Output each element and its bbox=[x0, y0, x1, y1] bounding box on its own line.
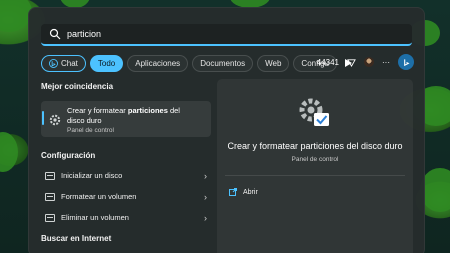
control-panel-icon bbox=[299, 98, 329, 126]
tab-label: Documentos bbox=[200, 58, 246, 68]
tab-web[interactable]: Web bbox=[257, 54, 290, 72]
config-item-formatear[interactable]: Formatear un volumen › bbox=[41, 186, 211, 207]
chevron-right-icon: › bbox=[204, 191, 207, 202]
tab-label: Web bbox=[265, 58, 282, 68]
bing-icon bbox=[403, 58, 410, 66]
tab-documentos[interactable]: Documentos bbox=[192, 54, 254, 72]
tab-chat[interactable]: Chat bbox=[41, 54, 86, 72]
tab-aplicaciones[interactable]: Aplicaciones bbox=[127, 54, 189, 72]
best-match-title: Crear y formatear particiones del disco … bbox=[67, 106, 187, 126]
filter-tabs: Chat Todo Aplicaciones Documentos Web Co… bbox=[41, 53, 356, 73]
best-match-title-prefix: Crear y formatear bbox=[67, 106, 128, 115]
tab-todo[interactable]: Todo bbox=[89, 54, 124, 72]
config-item-label: Eliminar un volumen bbox=[61, 213, 129, 222]
toolbar-right: 44341 ··· bbox=[317, 54, 414, 70]
open-label: Abrir bbox=[243, 188, 258, 196]
results-list: Mejor coincidencia Crear y formatear par… bbox=[41, 82, 211, 248]
tab-label: Aplicaciones bbox=[135, 58, 181, 68]
bing-icon bbox=[49, 58, 58, 68]
open-external-icon bbox=[229, 188, 237, 196]
search-box[interactable] bbox=[41, 24, 412, 46]
divider bbox=[225, 175, 405, 176]
more-options-button[interactable]: ··· bbox=[382, 58, 390, 67]
config-item-label: Inicializar un disco bbox=[61, 171, 123, 180]
start-search-panel: Chat Todo Aplicaciones Documentos Web Co… bbox=[28, 7, 425, 253]
disk-icon bbox=[45, 192, 55, 201]
bing-chat-button[interactable] bbox=[398, 54, 414, 70]
best-match-subtitle: Panel de control bbox=[67, 127, 114, 134]
open-button[interactable]: Abrir bbox=[229, 188, 258, 196]
best-match-title-bold: particiones bbox=[127, 106, 168, 115]
search-input[interactable] bbox=[67, 29, 367, 39]
detail-pane: Crear y formatear particiones del disco … bbox=[217, 79, 413, 253]
config-item-eliminar[interactable]: Eliminar un volumen › bbox=[41, 207, 211, 228]
best-match-heading: Mejor coincidencia bbox=[41, 82, 114, 91]
tab-label: Todo bbox=[97, 58, 116, 68]
tab-label: Chat bbox=[61, 58, 78, 68]
disk-icon bbox=[45, 171, 55, 180]
chevron-right-icon: › bbox=[204, 170, 207, 181]
best-match-result[interactable]: Crear y formatear particiones del disco … bbox=[41, 101, 211, 137]
detail-subtitle: Panel de control bbox=[291, 156, 339, 163]
config-item-label: Formatear un volumen bbox=[61, 192, 137, 201]
disk-icon bbox=[45, 213, 55, 222]
avatar[interactable] bbox=[364, 57, 374, 67]
gear-icon bbox=[49, 114, 61, 126]
rewards-icon bbox=[347, 58, 356, 67]
search-icon bbox=[49, 28, 61, 40]
config-heading: Configuración bbox=[41, 151, 96, 160]
rewards-points[interactable]: 44341 bbox=[317, 58, 339, 67]
chevron-right-icon: › bbox=[204, 212, 207, 223]
internet-heading: Buscar en Internet bbox=[41, 234, 112, 243]
config-item-inicializar[interactable]: Inicializar un disco › bbox=[41, 165, 211, 186]
detail-title: Crear y formatear particiones del disco … bbox=[227, 141, 403, 151]
